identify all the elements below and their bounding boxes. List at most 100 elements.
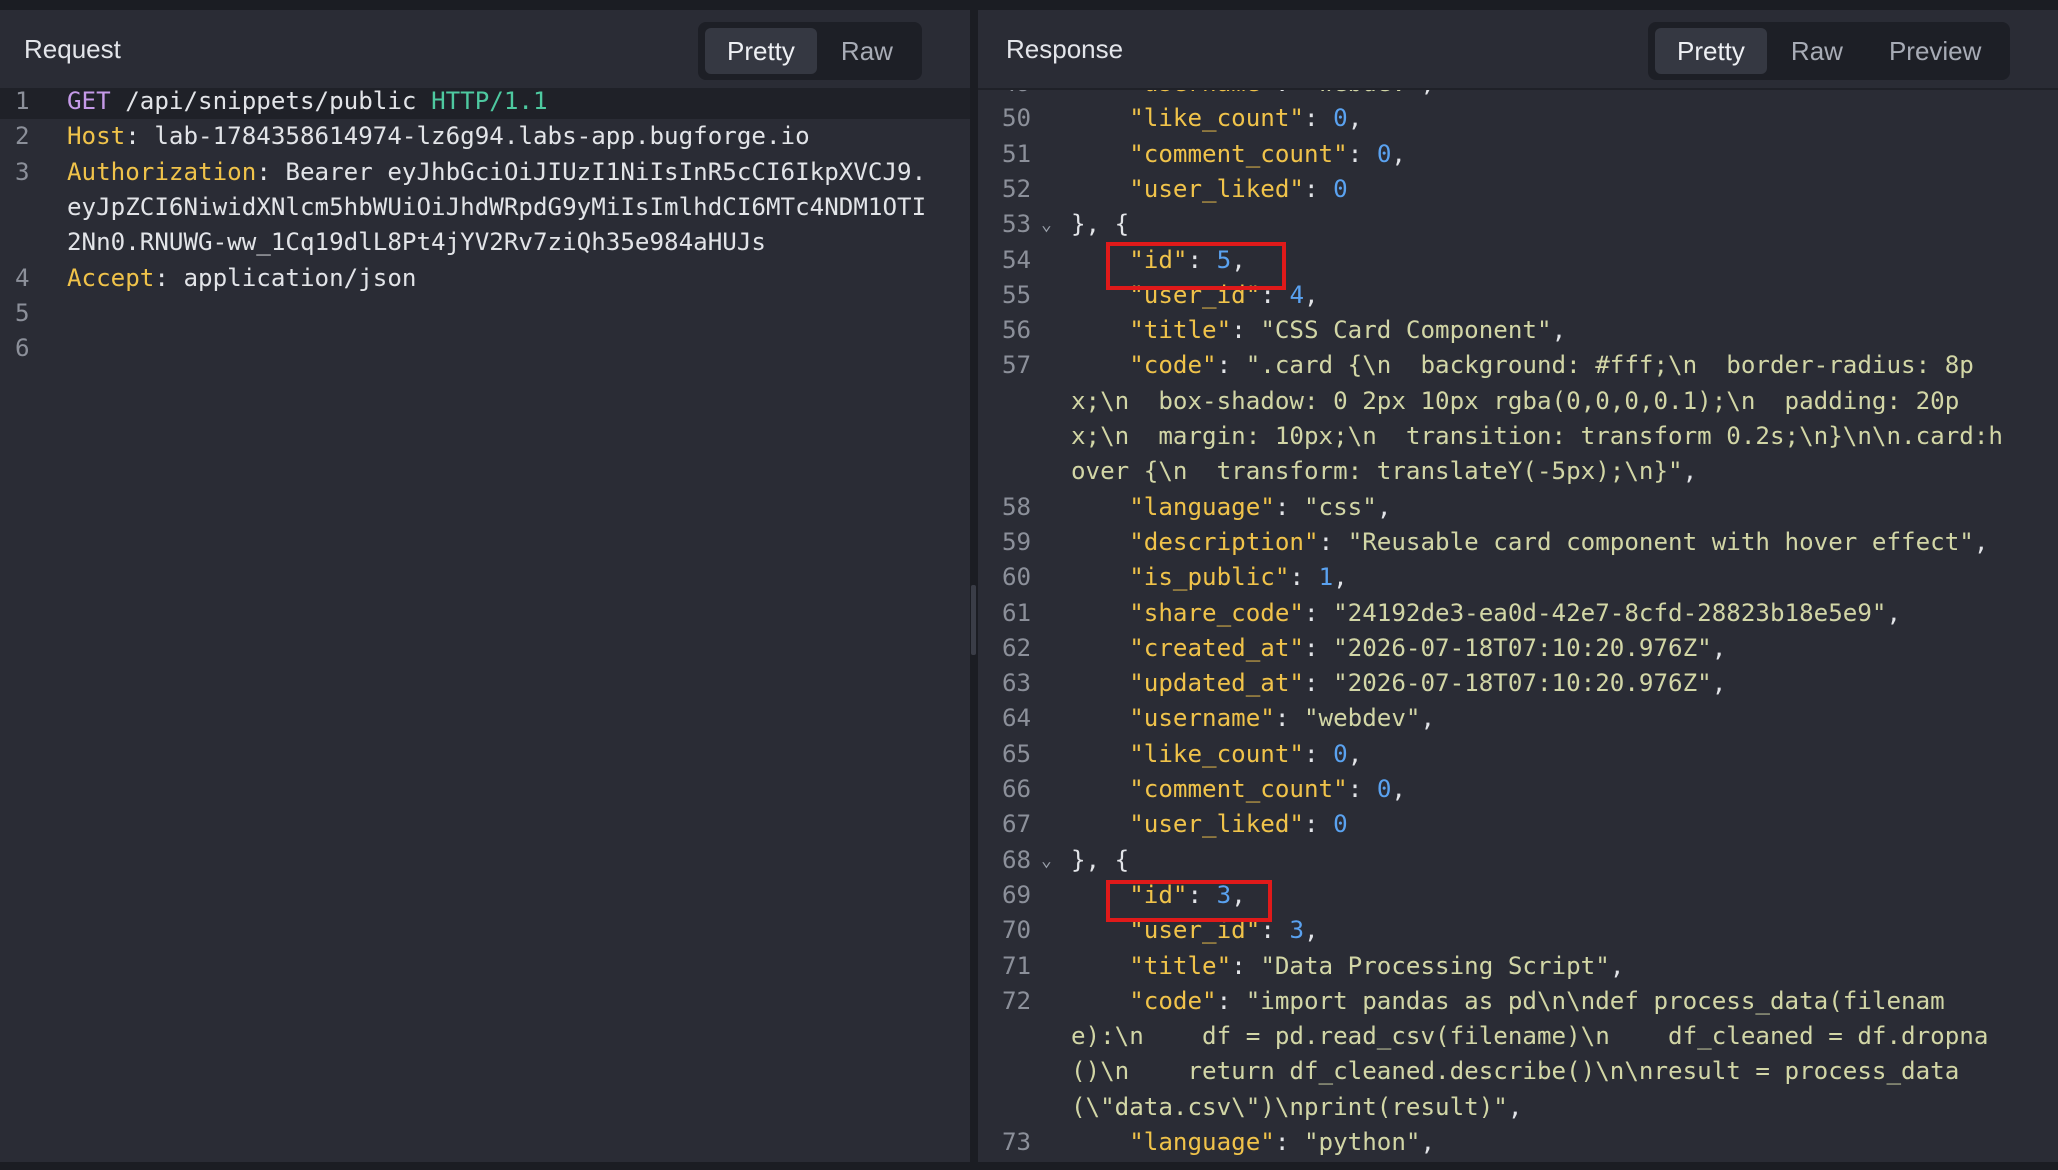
token: : bbox=[1231, 316, 1261, 345]
line-number: 58 bbox=[1002, 492, 1032, 521]
token: : bbox=[1347, 775, 1377, 803]
line-number: 69 bbox=[1002, 880, 1032, 909]
token: Authorization bbox=[67, 157, 257, 186]
line-number: 2 bbox=[15, 122, 30, 151]
tab-request-pretty[interactable]: Pretty bbox=[705, 28, 817, 74]
token: "comment_count" bbox=[1129, 139, 1348, 168]
token: , bbox=[1304, 280, 1319, 309]
token: "share_code" bbox=[1129, 598, 1304, 627]
tab-response-pretty[interactable]: Pretty bbox=[1655, 28, 1767, 74]
token: x;\n box-shadow: 0 2px 10px rgba(0,0,0,0… bbox=[1071, 386, 1960, 415]
fold-chevron-icon[interactable]: ⌄ bbox=[1041, 843, 1052, 878]
line-number: 62 bbox=[1002, 633, 1032, 662]
line-text: ()\n return df_cleaned.describe()\n\nres… bbox=[1071, 1054, 1959, 1089]
line-text: "share_code": "24192de3-ea0d-42e7-8cfd-2… bbox=[1071, 596, 1901, 631]
token: , bbox=[1886, 598, 1902, 627]
token: "like_count" bbox=[1129, 104, 1304, 133]
line-text: "language": "css", bbox=[1071, 490, 1391, 525]
token: "username" bbox=[1129, 704, 1275, 733]
line-number: 4 bbox=[15, 263, 30, 292]
token: , bbox=[1711, 669, 1727, 698]
token: }, { bbox=[1071, 845, 1130, 874]
token: , bbox=[1421, 90, 1436, 97]
line-text: "title": "CSS Card Component", bbox=[1071, 313, 1566, 348]
response-code-line: (\"data.csv\")\nprint(result)", bbox=[978, 1090, 2058, 1125]
response-code-line: x;\n margin: 10px;\n transition: transfo… bbox=[978, 419, 2058, 454]
token: , bbox=[1376, 492, 1392, 521]
request-header: Request Pretty Raw bbox=[0, 10, 970, 90]
token: : bbox=[1347, 139, 1377, 168]
token: 2Nn0.RNUWG-ww_1Cq19dlL8Pt4jYV2Rv7ziQh35e… bbox=[67, 228, 766, 257]
tab-response-raw[interactable]: Raw bbox=[1769, 28, 1865, 74]
token: : bbox=[1274, 492, 1304, 521]
top-bar bbox=[0, 0, 2058, 10]
token: : bbox=[1274, 704, 1304, 733]
divider-grip-handle[interactable] bbox=[971, 585, 976, 655]
token: "user_liked" bbox=[1129, 174, 1304, 203]
line-text: GET /api/snippets/public HTTP/1.1 bbox=[67, 90, 548, 119]
highlight-box-id-3 bbox=[1106, 880, 1272, 922]
token: x;\n margin: 10px;\n transition: transfo… bbox=[1071, 422, 2003, 450]
token: Host bbox=[67, 122, 126, 151]
line-number: 49 bbox=[1002, 90, 1031, 101]
line-text: "user_liked": 0 bbox=[1071, 172, 1347, 207]
token: /api/snippets/public bbox=[125, 90, 432, 115]
tab-response-preview[interactable]: Preview bbox=[1867, 28, 2003, 74]
token: , bbox=[1973, 527, 1989, 556]
line-text: "username": "webdev", bbox=[1071, 701, 1435, 736]
response-code-line: 58 "language": "css", bbox=[978, 490, 2058, 525]
line-number: 6 bbox=[15, 334, 30, 363]
request-code-line: 2 Host: lab-1784358614974-lz6g94.labs-app… bbox=[0, 119, 970, 154]
token: , bbox=[1347, 104, 1363, 133]
line-text: 2Nn0.RNUWG-ww_1Cq19dlL8Pt4jYV2Rv7ziQh35e… bbox=[67, 225, 766, 260]
response-code-line: x;\n box-shadow: 0 2px 10px rgba(0,0,0,0… bbox=[978, 384, 2058, 419]
token: , bbox=[1682, 457, 1698, 486]
line-text: "description": "Reusable card component … bbox=[1071, 525, 1988, 560]
response-code-line: 51 "comment_count": 0, bbox=[978, 137, 2058, 172]
line-text: "created_at": "2026-07-18T07:10:20.976Z"… bbox=[1071, 631, 1726, 666]
request-code-line: 3 Authorization: Bearer eyJhbGciOiJIUzI1N… bbox=[0, 155, 970, 190]
token: : lab-1784358614974-lz6g94.labs-app.bugf… bbox=[125, 122, 810, 151]
response-code-line: 60 "is_public": 1, bbox=[978, 560, 2058, 595]
token: "title" bbox=[1129, 951, 1232, 980]
token: 3 bbox=[1289, 916, 1304, 945]
token: over {\n transform: translateY(-5px);\n}… bbox=[1071, 457, 1683, 486]
token: , bbox=[1507, 1092, 1523, 1121]
response-code-line: 72 "code": "import pandas as pd\n\ndef p… bbox=[978, 984, 2058, 1019]
tab-request-raw[interactable]: Raw bbox=[819, 28, 915, 74]
response-code-line: e):\n df = pd.read_csv(filename)\n df_cl… bbox=[978, 1019, 2058, 1054]
request-code-line: 1 GET /api/snippets/public HTTP/1.1 bbox=[0, 90, 970, 120]
line-number: 53 bbox=[1002, 210, 1032, 239]
token: "webdev" bbox=[1304, 704, 1421, 733]
fold-chevron-icon[interactable]: ⌄ bbox=[1041, 207, 1052, 242]
token: : bbox=[1304, 633, 1334, 662]
token: 0 bbox=[1333, 104, 1348, 133]
token: Accept bbox=[67, 263, 155, 292]
line-text: "title": "Data Processing Script", bbox=[1071, 949, 1624, 984]
token: : bbox=[1274, 1128, 1304, 1156]
line-number: 1 bbox=[15, 90, 30, 115]
request-editor[interactable]: 1 GET /api/snippets/public HTTP/1.1 2 Host:… bbox=[0, 90, 970, 1162]
token: eyJpZCI6NiwidXNlcm5hbWUiOiJhdWRpdG9yMiIs… bbox=[67, 192, 927, 221]
token: 4 bbox=[1289, 280, 1304, 309]
line-text: "like_count": 0, bbox=[1071, 737, 1362, 772]
response-title: Response bbox=[1006, 34, 1124, 64]
response-code-line: 61 "share_code": "24192de3-ea0d-42e7-8cf… bbox=[978, 596, 2058, 631]
token: : bbox=[1304, 104, 1334, 133]
line-text: "updated_at": "2026-07-18T07:10:20.976Z"… bbox=[1071, 666, 1726, 701]
token: "css" bbox=[1304, 492, 1377, 521]
token: "2026-07-18T07:10:20.976Z" bbox=[1333, 633, 1712, 662]
line-number: 65 bbox=[1002, 739, 1032, 768]
response-code-line: 56 "title": "CSS Card Component", bbox=[978, 313, 2058, 348]
token: : Bearer eyJhbGciOiJIUzI1NiIsInR5cCI6Ikp… bbox=[256, 157, 927, 186]
token: (\"data.csv\")\nprint(result)" bbox=[1071, 1092, 1508, 1121]
line-number: 3 bbox=[15, 157, 30, 186]
